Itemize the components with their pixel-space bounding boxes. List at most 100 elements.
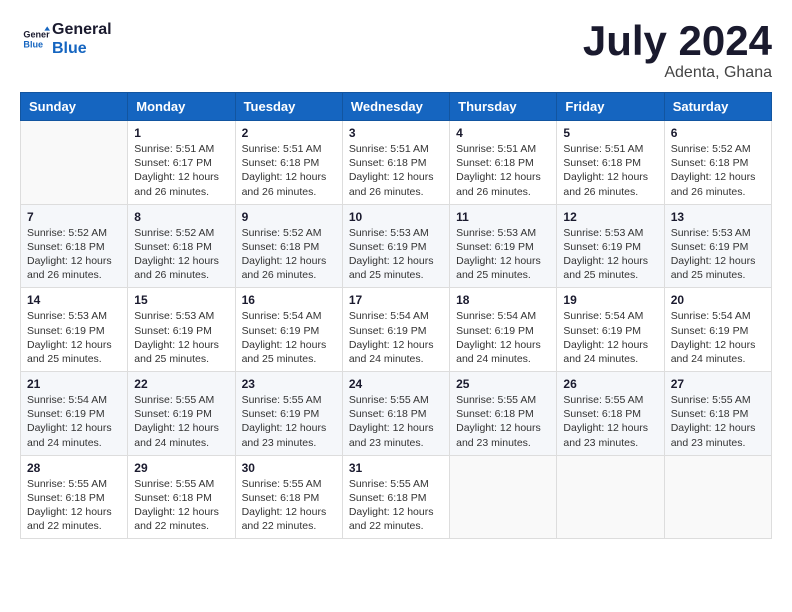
page-header: General Blue General Blue July 2024 Aden…	[20, 20, 772, 82]
day-info: Sunrise: 5:52 AMSunset: 6:18 PMDaylight:…	[27, 226, 121, 283]
logo-icon: General Blue	[22, 25, 50, 53]
calendar-cell: 31 Sunrise: 5:55 AMSunset: 6:18 PMDayligh…	[342, 455, 449, 539]
calendar-table: SundayMondayTuesdayWednesdayThursdayFrid…	[20, 92, 772, 539]
calendar-cell: 2 Sunrise: 5:51 AMSunset: 6:18 PMDaylight…	[235, 121, 342, 205]
calendar-cell: 5 Sunrise: 5:51 AMSunset: 6:18 PMDaylight…	[557, 121, 664, 205]
day-number: 14	[27, 293, 121, 307]
calendar-week-row: 21 Sunrise: 5:54 AMSunset: 6:19 PMDayligh…	[21, 372, 772, 456]
calendar-cell: 24Sunrise: 5:55 AMSunset: 6:18 PMDayligh…	[342, 372, 449, 456]
day-number: 18	[456, 293, 550, 307]
day-number: 28	[27, 461, 121, 475]
calendar-cell: 18 Sunrise: 5:54 AMSunset: 6:19 PMDayligh…	[450, 288, 557, 372]
calendar-cell: 1 Sunrise: 5:51 AMSunset: 6:17 PMDaylight…	[128, 121, 235, 205]
svg-text:General: General	[23, 30, 50, 40]
day-info: Sunrise: 5:55 AMSunset: 6:19 PMDaylight:…	[242, 393, 336, 450]
day-info: Sunrise: 5:55 AMSunset: 6:18 PMDaylight:…	[242, 477, 336, 534]
day-number: 19	[563, 293, 657, 307]
day-info: Sunrise: 5:53 AMSunset: 6:19 PMDaylight:…	[27, 309, 121, 366]
calendar-cell: 7 Sunrise: 5:52 AMSunset: 6:18 PMDaylight…	[21, 204, 128, 288]
calendar-week-row: 28 Sunrise: 5:55 AMSunset: 6:18 PMDayligh…	[21, 455, 772, 539]
calendar-cell	[557, 455, 664, 539]
calendar-cell: 30 Sunrise: 5:55 AMSunset: 6:18 PMDayligh…	[235, 455, 342, 539]
calendar-cell: 23 Sunrise: 5:55 AMSunset: 6:19 PMDayligh…	[235, 372, 342, 456]
day-number: 5	[563, 126, 657, 140]
day-info: Sunrise: 5:51 AMSunset: 6:18 PMDaylight:…	[456, 142, 550, 199]
calendar-cell: 26Sunrise: 5:55 AMSunset: 6:18 PMDayligh…	[557, 372, 664, 456]
day-number: 13	[671, 210, 765, 224]
day-number: 27	[671, 377, 765, 391]
calendar-cell: 19Sunrise: 5:54 AMSunset: 6:19 PMDayligh…	[557, 288, 664, 372]
day-info: Sunrise: 5:52 AMSunset: 6:18 PMDaylight:…	[671, 142, 765, 199]
day-info: Sunrise: 5:51 AMSunset: 6:18 PMDaylight:…	[563, 142, 657, 199]
day-number: 21	[27, 377, 121, 391]
day-number: 15	[134, 293, 228, 307]
day-number: 3	[349, 126, 443, 140]
day-number: 8	[134, 210, 228, 224]
day-number: 23	[242, 377, 336, 391]
calendar-cell: 8 Sunrise: 5:52 AMSunset: 6:18 PMDaylight…	[128, 204, 235, 288]
weekday-header-monday: Monday	[128, 93, 235, 121]
month-title: July 2024	[583, 20, 772, 62]
day-info: Sunrise: 5:55 AMSunset: 6:18 PMDaylight:…	[27, 477, 121, 534]
calendar-cell: 17Sunrise: 5:54 AMSunset: 6:19 PMDayligh…	[342, 288, 449, 372]
weekday-header-saturday: Saturday	[664, 93, 771, 121]
title-area: July 2024 Adenta, Ghana	[583, 20, 772, 82]
day-number: 4	[456, 126, 550, 140]
calendar-cell: 6 Sunrise: 5:52 AMSunset: 6:18 PMDaylight…	[664, 121, 771, 205]
calendar-cell: 15 Sunrise: 5:53 AMSunset: 6:19 PMDayligh…	[128, 288, 235, 372]
location-subtitle: Adenta, Ghana	[583, 64, 772, 82]
day-number: 9	[242, 210, 336, 224]
day-number: 12	[563, 210, 657, 224]
day-info: Sunrise: 5:54 AMSunset: 6:19 PMDaylight:…	[456, 309, 550, 366]
weekday-header-thursday: Thursday	[450, 93, 557, 121]
day-info: Sunrise: 5:54 AMSunset: 6:19 PMDaylight:…	[242, 309, 336, 366]
calendar-cell: 10Sunrise: 5:53 AMSunset: 6:19 PMDayligh…	[342, 204, 449, 288]
calendar-cell: 14 Sunrise: 5:53 AMSunset: 6:19 PMDayligh…	[21, 288, 128, 372]
calendar-cell: 12 Sunrise: 5:53 AMSunset: 6:19 PMDayligh…	[557, 204, 664, 288]
day-info: Sunrise: 5:55 AMSunset: 6:18 PMDaylight:…	[456, 393, 550, 450]
calendar-cell: 22 Sunrise: 5:55 AMSunset: 6:19 PMDayligh…	[128, 372, 235, 456]
day-number: 1	[134, 126, 228, 140]
day-number: 16	[242, 293, 336, 307]
svg-text:Blue: Blue	[23, 40, 43, 50]
weekday-header-sunday: Sunday	[21, 93, 128, 121]
day-info: Sunrise: 5:53 AMSunset: 6:19 PMDaylight:…	[456, 226, 550, 283]
calendar-cell: 4 Sunrise: 5:51 AMSunset: 6:18 PMDaylight…	[450, 121, 557, 205]
day-number: 24	[349, 377, 443, 391]
day-info: Sunrise: 5:51 AMSunset: 6:17 PMDaylight:…	[134, 142, 228, 199]
day-info: Sunrise: 5:51 AMSunset: 6:18 PMDaylight:…	[349, 142, 443, 199]
day-info: Sunrise: 5:53 AMSunset: 6:19 PMDaylight:…	[563, 226, 657, 283]
calendar-cell: 27Sunrise: 5:55 AMSunset: 6:18 PMDayligh…	[664, 372, 771, 456]
day-info: Sunrise: 5:55 AMSunset: 6:19 PMDaylight:…	[134, 393, 228, 450]
calendar-cell	[664, 455, 771, 539]
logo-general: General	[52, 20, 112, 39]
day-info: Sunrise: 5:52 AMSunset: 6:18 PMDaylight:…	[134, 226, 228, 283]
day-number: 6	[671, 126, 765, 140]
day-number: 7	[27, 210, 121, 224]
calendar-cell: 9 Sunrise: 5:52 AMSunset: 6:18 PMDaylight…	[235, 204, 342, 288]
calendar-cell: 20 Sunrise: 5:54 AMSunset: 6:19 PMDayligh…	[664, 288, 771, 372]
day-number: 25	[456, 377, 550, 391]
calendar-cell: 28 Sunrise: 5:55 AMSunset: 6:18 PMDayligh…	[21, 455, 128, 539]
calendar-cell: 29Sunrise: 5:55 AMSunset: 6:18 PMDayligh…	[128, 455, 235, 539]
day-number: 10	[349, 210, 443, 224]
day-info: Sunrise: 5:54 AMSunset: 6:19 PMDaylight:…	[671, 309, 765, 366]
day-info: Sunrise: 5:53 AMSunset: 6:19 PMDaylight:…	[671, 226, 765, 283]
day-number: 22	[134, 377, 228, 391]
day-info: Sunrise: 5:51 AMSunset: 6:18 PMDaylight:…	[242, 142, 336, 199]
calendar-week-row: 7 Sunrise: 5:52 AMSunset: 6:18 PMDaylight…	[21, 204, 772, 288]
day-number: 31	[349, 461, 443, 475]
day-info: Sunrise: 5:53 AMSunset: 6:19 PMDaylight:…	[134, 309, 228, 366]
day-number: 2	[242, 126, 336, 140]
logo: General Blue General Blue	[20, 20, 112, 58]
day-info: Sunrise: 5:52 AMSunset: 6:18 PMDaylight:…	[242, 226, 336, 283]
day-number: 20	[671, 293, 765, 307]
calendar-week-row: 14 Sunrise: 5:53 AMSunset: 6:19 PMDayligh…	[21, 288, 772, 372]
day-info: Sunrise: 5:55 AMSunset: 6:18 PMDaylight:…	[349, 477, 443, 534]
weekday-header-wednesday: Wednesday	[342, 93, 449, 121]
day-number: 30	[242, 461, 336, 475]
day-info: Sunrise: 5:54 AMSunset: 6:19 PMDaylight:…	[27, 393, 121, 450]
calendar-header-row: SundayMondayTuesdayWednesdayThursdayFrid…	[21, 93, 772, 121]
weekday-header-friday: Friday	[557, 93, 664, 121]
calendar-cell	[450, 455, 557, 539]
